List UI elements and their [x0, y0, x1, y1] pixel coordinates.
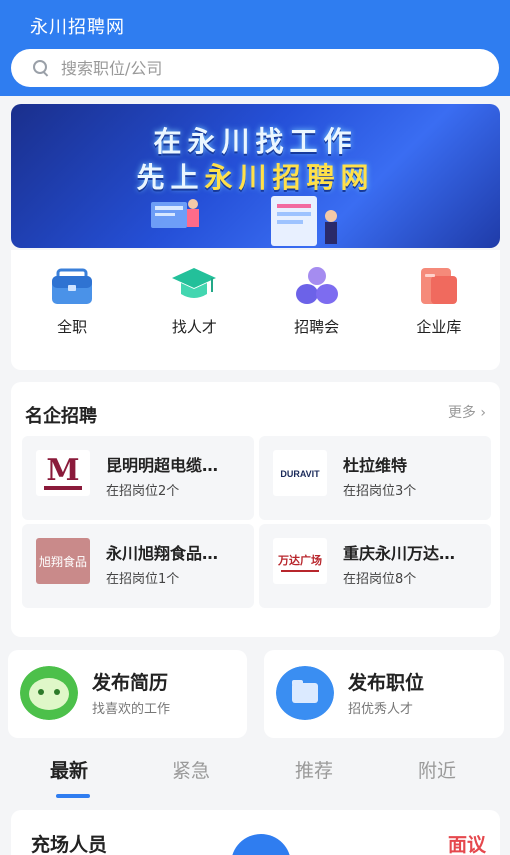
company-logo: 万达广场 [273, 538, 327, 584]
banner-illustration [151, 196, 337, 246]
action-subtitle: 找喜欢的工作 [92, 702, 171, 717]
company-job-count: 在招岗位2个 [106, 484, 180, 499]
featured-companies: 名企招聘 更多 › M 昆明明超电缆… 在招岗位2个 DURAVIT 杜拉维特 … [11, 382, 500, 637]
floating-action-button[interactable] [231, 834, 291, 855]
company-name: 杜拉维特 [343, 456, 408, 475]
company-library-icon [420, 268, 457, 304]
app-title: 永川招聘网 [30, 17, 125, 38]
company-logo-text: M [46, 453, 79, 488]
post-resume-card[interactable]: 发布简历 找喜欢的工作 [8, 650, 247, 738]
more-link[interactable]: 更多 › [448, 402, 486, 422]
banner-subheadline: 先上永川招聘网 [11, 156, 500, 196]
tab-latest[interactable]: 最新 [50, 756, 88, 783]
job-title: 充场人员 [31, 834, 108, 855]
banner-subheadline-highlight: 永川招聘网 [204, 161, 375, 194]
quick-link-label: 全职 [57, 318, 88, 336]
quick-link-job-fair[interactable]: 招聘会 [256, 250, 378, 370]
company-job-count: 在招岗位8个 [343, 572, 417, 587]
company-job-count: 在招岗位3个 [343, 484, 417, 499]
chevron-right-icon: › [480, 405, 486, 421]
banner-subheadline-prefix: 先上 [136, 161, 205, 194]
app-header: 永川招聘网 [0, 0, 510, 96]
tab-urgent[interactable]: 紧急 [172, 756, 210, 783]
search-input[interactable] [61, 58, 461, 78]
job-salary: 面议 [447, 834, 486, 855]
action-title: 发布简历 [92, 672, 169, 694]
search-bar[interactable] [11, 49, 499, 87]
quick-link-talent[interactable]: 找人才 [133, 250, 255, 370]
quick-link-label: 企业库 [416, 318, 462, 336]
banner-headline: 在永川找工作 [153, 125, 358, 158]
company-card[interactable]: DURAVIT 杜拉维特 在招岗位3个 [259, 436, 491, 520]
active-tab-indicator [56, 794, 90, 798]
company-name: 昆明明超电缆… [106, 456, 219, 475]
post-job-card[interactable]: 发布职位 招优秀人才 [264, 650, 504, 738]
job-filter-tabs: 最新 紧急 推荐 附近 [0, 752, 510, 798]
company-logo-text: 旭翔食品 [39, 554, 87, 569]
smile-face-icon [20, 666, 78, 720]
tab-recommended[interactable]: 推荐 [295, 756, 333, 783]
action-subtitle: 招优秀人才 [348, 702, 414, 717]
more-label: 更多 [447, 405, 476, 421]
company-logo-text: DURAVIT [280, 469, 320, 479]
company-name: 永川旭翔食品… [106, 544, 219, 563]
quick-links: 全职 找人才 招聘会 企业库 [11, 250, 500, 370]
quick-link-company-library[interactable]: 企业库 [378, 250, 500, 370]
company-card[interactable]: M 昆明明超电缆… 在招岗位2个 [22, 436, 254, 520]
people-group-icon [295, 267, 338, 304]
promo-banner[interactable]: 在永川找工作 先上永川招聘网 [11, 104, 500, 248]
quick-link-label: 招聘会 [294, 318, 340, 336]
company-logo-text: 万达广场 [277, 553, 322, 567]
company-logo: 旭翔食品 [36, 538, 90, 584]
company-name: 重庆永川万达… [343, 544, 456, 563]
company-card[interactable]: 万达广场 重庆永川万达… 在招岗位8个 [259, 524, 491, 608]
briefcase-icon [52, 268, 93, 304]
company-job-count: 在招岗位1个 [106, 572, 180, 587]
quick-link-fulltime[interactable]: 全职 [11, 250, 133, 370]
action-title: 发布职位 [348, 672, 425, 694]
folder-icon [276, 666, 334, 720]
company-card[interactable]: 旭翔食品 永川旭翔食品… 在招岗位1个 [22, 524, 254, 608]
graduation-cap-icon [172, 268, 217, 298]
tab-nearby[interactable]: 附近 [418, 756, 456, 783]
job-list-item[interactable]: 充场人员 面议 [11, 810, 500, 855]
quick-link-label: 找人才 [171, 318, 217, 336]
section-title: 名企招聘 [25, 406, 97, 427]
search-icon [33, 60, 49, 76]
company-logo: M [36, 450, 90, 496]
company-logo: DURAVIT [273, 450, 327, 496]
